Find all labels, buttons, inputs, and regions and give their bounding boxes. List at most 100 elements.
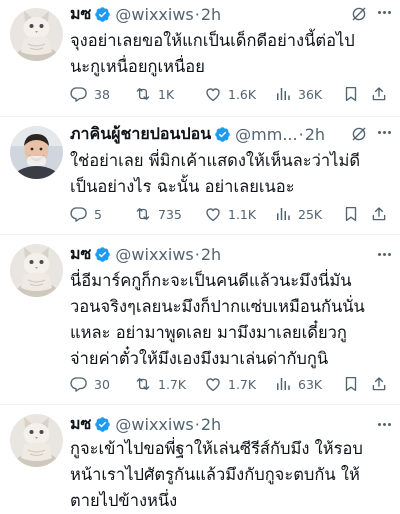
share-button[interactable] [370, 375, 388, 393]
reply-button[interactable]: 38 [70, 85, 134, 103]
tweet-text-line: จ่ายค่าตั๋วให้มึงเองมึงมาเล่นด่ากับกูนิ [70, 349, 329, 368]
avatar[interactable] [10, 8, 63, 61]
verified-badge-icon [94, 246, 111, 263]
share-icon [370, 85, 388, 103]
timestamp[interactable]: 2h [305, 125, 325, 144]
separator-dot: · [194, 4, 200, 24]
more-icon[interactable] [374, 244, 394, 264]
share-button[interactable] [370, 205, 388, 223]
tweet-1[interactable]: มซ @wixxiws · 2h จุงอย่าเลยขอให้แกเป็นเด… [0, 0, 400, 118]
verified-badge-icon [94, 6, 111, 23]
share-button[interactable] [370, 85, 388, 103]
timestamp[interactable]: 2h [201, 415, 221, 434]
retweet-icon [134, 85, 152, 103]
separator-dot: · [194, 414, 200, 434]
handle[interactable]: @mm... [235, 125, 297, 144]
bookmark-button[interactable] [342, 375, 370, 393]
tweet-text-line: ตายไปข้างหนึ่ง [70, 491, 178, 510]
views-count: 36K [298, 86, 323, 102]
tweet-actions: 5 735 1.1K 25K [70, 202, 388, 226]
separator-dot: · [194, 244, 200, 264]
share-icon [370, 205, 388, 223]
timestamp[interactable]: 2h [201, 245, 221, 264]
tweet-header: มซ @wixxiws · 2h [70, 242, 392, 266]
like-count: 1.6K [228, 86, 257, 102]
retweet-button[interactable]: 735 [134, 205, 204, 223]
handle[interactable]: @wixxiws [115, 415, 193, 434]
tweet-3[interactable]: มซ @wixxiws · 2h นี่อีมาร์คกูก็กะจะเป็นค… [0, 236, 400, 406]
display-name[interactable]: มซ [70, 2, 91, 27]
tweet-actions: 38 1K 1.6K 36K [70, 82, 388, 106]
like-button[interactable]: 1.1K [204, 205, 274, 223]
views-button[interactable]: 36K [274, 85, 342, 103]
retweet-icon [134, 205, 152, 223]
retweet-count: 1.7K [158, 376, 187, 392]
verified-badge-icon [94, 416, 111, 433]
cat-avatar-icon [10, 8, 63, 61]
cat-avatar-icon [10, 414, 63, 467]
tweet-2[interactable]: ภาคินผู้ชายปอนปอน @mm... · 2h ใช่อย่าเลย… [0, 118, 400, 236]
tweet-text: ใช่อย่าเลย พี่มิกเค้าแสดงให้เห็นละว่าไม่… [70, 148, 394, 200]
reply-icon [70, 85, 88, 103]
tweet-text: จุงอย่าเลยขอให้แกเป็นเด็กดีอย่างนี้ต่อไป… [70, 28, 394, 80]
views-count: 25K [298, 206, 323, 222]
separator-dot: · [298, 124, 304, 144]
bookmark-button[interactable] [342, 205, 370, 223]
like-button[interactable]: 1.7K [204, 375, 274, 393]
retweet-count: 735 [158, 206, 182, 222]
reply-button[interactable]: 5 [70, 205, 134, 223]
avatar[interactable] [10, 244, 63, 297]
tweet-4[interactable]: มซ @wixxiws · 2h กูจะเข้าไปขอพี่ฐาให้เล่… [0, 406, 400, 512]
bookmark-icon [342, 205, 360, 223]
bookmark-button[interactable] [342, 85, 370, 103]
person-avatar-icon [10, 126, 63, 179]
display-name[interactable]: มซ [70, 412, 91, 437]
retweet-icon [134, 375, 152, 393]
timestamp[interactable]: 2h [201, 5, 221, 24]
reply-icon [70, 205, 88, 223]
tweet-text: นี่อีมาร์คกูก็กะจะเป็นคนดีแล้วนะมึงนี่มั… [70, 268, 394, 372]
like-count: 1.7K [228, 376, 257, 392]
tweet-text-line: กูจะเข้าไปขอพี่ฐาให้เล่นซีรีส์กับมึง ให้… [70, 439, 363, 458]
views-button[interactable]: 63K [274, 375, 342, 393]
like-count: 1.1K [228, 206, 257, 222]
reply-button[interactable]: 30 [70, 375, 134, 393]
share-icon [370, 375, 388, 393]
avatar[interactable] [10, 414, 63, 467]
tweet-text-line: นะกูเหนื่อยกูเหนื่อย [70, 57, 205, 76]
reply-count: 30 [94, 376, 110, 392]
grok-icon[interactable] [350, 5, 368, 23]
more-icon[interactable] [374, 122, 394, 142]
reply-count: 38 [94, 86, 110, 102]
divider [0, 234, 400, 235]
display-name[interactable]: ภาคินผู้ชายปอนปอน [70, 122, 211, 147]
bookmark-icon [342, 375, 360, 393]
reply-icon [70, 375, 88, 393]
avatar[interactable] [10, 126, 63, 179]
cat-avatar-icon [10, 244, 63, 297]
tweet-text-line: หน้าเราไปศัตรูกันแล้วมึงกับกูจะตบกัน ให้ [70, 465, 360, 484]
views-button[interactable]: 25K [274, 205, 342, 223]
tweet-header: มซ @wixxiws · 2h [70, 412, 392, 436]
verified-badge-icon [214, 126, 231, 143]
like-button[interactable]: 1.6K [204, 85, 274, 103]
like-icon [204, 375, 222, 393]
reply-count: 5 [94, 206, 102, 222]
display-name[interactable]: มซ [70, 242, 91, 267]
grok-icon[interactable] [350, 125, 368, 143]
divider [0, 116, 400, 117]
views-count: 63K [298, 376, 323, 392]
like-icon [204, 85, 222, 103]
handle[interactable]: @wixxiws [115, 5, 193, 24]
retweet-button[interactable]: 1K [134, 85, 204, 103]
bookmark-icon [342, 85, 360, 103]
more-icon[interactable] [374, 414, 394, 434]
tweet-text: กูจะเข้าไปขอพี่ฐาให้เล่นซีรีส์กับมึง ให้… [70, 436, 394, 514]
tweet-text-line: เป็นอย่างไร ฉะนั้น อย่าเลยเนอะ [70, 177, 295, 196]
tweet-actions: 30 1.7K 1.7K 63K [70, 372, 388, 396]
retweet-button[interactable]: 1.7K [134, 375, 204, 393]
tweet-text-line: จุงอย่าเลยขอให้แกเป็นเด็กดีอย่างนี้ต่อไป [70, 31, 355, 50]
more-icon[interactable] [374, 2, 394, 22]
handle[interactable]: @wixxiws [115, 245, 193, 264]
tweet-text-line: แหละ อย่ามาพูดเลย มามึงมาเลยเดี๋ยวกู [70, 323, 347, 342]
